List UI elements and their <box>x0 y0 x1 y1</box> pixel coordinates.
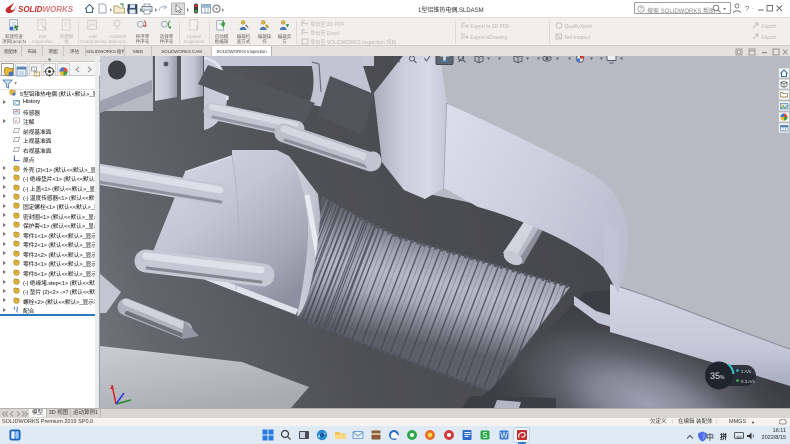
svg-text:A: A <box>15 119 18 124</box>
svg-text:S: S <box>482 431 487 440</box>
svg-text:W: W <box>500 431 508 440</box>
svg-text:0.3 A/s: 0.3 A/s <box>741 379 756 384</box>
svg-text:1 A/s: 1 A/s <box>741 369 752 374</box>
svg-text:·: · <box>752 6 754 12</box>
svg-text:?: ? <box>745 4 749 13</box>
svg-text:?: ? <box>640 7 643 13</box>
svg-text:SOLIDWORKS: SOLIDWORKS <box>18 5 74 14</box>
